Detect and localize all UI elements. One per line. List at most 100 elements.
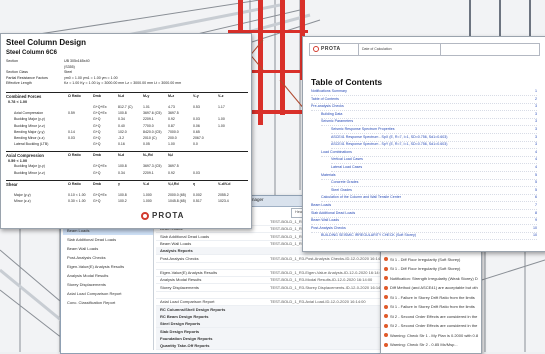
check-item-text: St 1 - Failure in Storey Drift Ratio fro…: [390, 304, 475, 309]
toc-entry-text: Materials: [321, 172, 336, 177]
section-cell: 1.000: [143, 199, 152, 203]
section-cell: G+Q: [93, 117, 101, 122]
section-cell: 1045.8 (65): [168, 199, 186, 203]
section-name: Combined Forces: [6, 94, 42, 99]
section-cell: Bending Minor (z-z): [14, 136, 45, 140]
check-item-text: Diff Method (and ASCE41) are acceptable …: [390, 285, 478, 290]
section-cell: 0.517: [193, 199, 202, 203]
section-cell: 0.16: [118, 142, 125, 147]
check-item[interactable]: St 1 - Diff Floor Irregularity (Soft Sto…: [384, 256, 478, 263]
section-col-head: Ω Ratio: [68, 181, 81, 186]
section-cell: 2209.1: [143, 117, 154, 122]
toc-entry-page: 3: [535, 111, 537, 116]
toc-entry-text: Slab Additional Dead Loads: [311, 210, 356, 215]
toc-entry-text: Notifications Summary: [311, 89, 347, 93]
section-cell: 1.17: [218, 105, 225, 109]
section-cell: 3697.3 (C5): [143, 164, 162, 169]
steel-report-title: Steel Column Design: [6, 38, 87, 47]
check-item[interactable]: St 1 - Failure in Storey Drift Ratio fro…: [384, 294, 478, 301]
check-item[interactable]: St 2 - Second Order Effects are consider…: [384, 322, 478, 329]
steel-report-sections: Combined Forces 0.78 < 1.00 Ω Ratio Dmb Nₑd M…: [6, 92, 248, 224]
report-row-path: TEST-BOLD_1_R3-Eigen-Value Analysis-ID-1…: [270, 270, 385, 276]
section-cell: 0.40: [118, 123, 125, 128]
warning-icon: [384, 285, 388, 290]
section-cell: 812.7 (C): [118, 105, 133, 109]
section-cell: 100.8: [118, 111, 127, 116]
meta-label: Section: [6, 59, 18, 63]
toc-entry-text: Calculation of the Column and Wall Tensi…: [321, 195, 401, 200]
check-item-text: St 2 - Second Order Effects are consider…: [390, 323, 478, 328]
section-cell: 3697.6 (C5): [143, 111, 162, 116]
report-list-item[interactable]: Storey Displacements: [63, 281, 153, 289]
toc-entry-page: 3: [535, 134, 537, 139]
report-list-item[interactable]: Eigen-Value(E) Analysis Results: [63, 263, 153, 271]
section-cell: -3.2: [118, 136, 125, 140]
toc-entry-page: 1: [535, 89, 537, 93]
toc-entry-page: 5: [535, 172, 537, 177]
toc-entry-text: Building Data: [321, 111, 343, 116]
report-list-item[interactable]: Slab Additional Dead Loads: [63, 236, 153, 244]
section-cell: 100.8: [118, 192, 127, 197]
steel-report-logo: PROTA: [141, 210, 201, 222]
report-list-item[interactable]: Analysis Modal Results: [63, 272, 153, 280]
section-cell: 0.30 < 1.00: [68, 199, 86, 203]
check-item[interactable]: St 1 - Failure in Storey Drift Ratio fro…: [384, 303, 478, 310]
meta-value: UB 305x165x40: [64, 59, 90, 63]
toc-entry-text: Lateral Load Cases: [331, 165, 363, 169]
check-item[interactable]: Warning: Check Str 2 - 0.85 Mx/Msp...: [384, 341, 478, 348]
section-cell: 0.03: [193, 170, 200, 175]
check-item-text: Warning: Check Str 1 - My Plan is 0.2000…: [390, 332, 478, 338]
section-cell: 7000.0: [168, 129, 179, 134]
section-cell: 3697.5: [168, 164, 179, 169]
toc-entry-page: 8: [535, 210, 537, 215]
report-row-path: TEST-BOLD_1_R3-Storey Displacements-ID-1…: [270, 284, 386, 290]
section-col-head: Nₑ,Rd: [143, 153, 153, 158]
toc-date-cell: Date of Calculation: [362, 47, 392, 51]
section-cell: Lateral Buckling (LTB): [14, 142, 49, 147]
report-list-item[interactable]: Post-Analysis Checks: [63, 254, 153, 262]
section-cell: 2055.2: [218, 192, 229, 197]
toc-entry[interactable]: BUILDING SEISMIC IRREGULARITY CHECK (Sof…: [321, 232, 537, 241]
section-col-head: Vₑy: [193, 94, 199, 98]
check-item[interactable]: Diff Method (and ASCE41) are acceptable …: [384, 284, 478, 291]
section-cell: 0.0: [193, 142, 198, 147]
report-list-left: Pre-analysis ChecksBeam LoadsSlab Additi…: [63, 218, 154, 350]
section-cell: 0.002: [193, 192, 202, 197]
check-item[interactable]: Notification: Strength Irregularity (Wea…: [384, 275, 478, 282]
section-col-head: Dmb: [93, 153, 101, 158]
section-cell: 1.00: [168, 142, 175, 147]
steel-report-subtitle: Steel Column 6C6: [6, 50, 58, 56]
toc-entry-page: 10: [533, 225, 537, 230]
section-cell: 2010 (C): [143, 136, 157, 140]
toc-entry-text: Load Combinations: [321, 149, 352, 154]
check-item[interactable]: St 2 - Second Order Effects are consider…: [384, 313, 478, 320]
meta-label: Partial Resistance Factors: [6, 75, 48, 80]
report-list-item[interactable]: Conc. Classification Report: [63, 299, 153, 307]
section-name: Shear: [6, 181, 18, 187]
section-cell: G+Q+Ex: [93, 164, 107, 169]
section-cell: 0.53: [193, 105, 200, 109]
report-list-item-label: Eigen-Value(E) Analysis Results: [67, 264, 125, 269]
toc-entry-page: 2: [535, 96, 537, 101]
report-list-item[interactable]: Beam Wall Loads: [63, 245, 153, 253]
toc-entry-page: 4: [535, 157, 537, 162]
check-item[interactable]: Warning: Check Str 1 - My Plan is 0.2000…: [384, 332, 478, 339]
section-cell: 0.05: [143, 142, 150, 147]
toc-entry-text: Seismic Response Spectrum Properties: [331, 127, 395, 131]
check-item[interactable]: St 1 - Diff Floor Irregularity (Soft Sto…: [384, 265, 478, 272]
report-row-path: TEST-BOLD_1_R3-Modal Results-ID-12-0-202…: [270, 277, 373, 283]
report-list-item-label: Analysis Modal Results: [67, 273, 109, 278]
toc-entry-page: 9: [535, 218, 537, 223]
section-cell: 2000.0 (65): [168, 192, 186, 197]
section-name: Axial Compression: [6, 153, 44, 159]
meta-row: Effective Length Kz = 1.00 Ky = 1.00 Ly =…: [6, 81, 246, 87]
warning-icon: [384, 266, 388, 271]
toc-entry-page: 3: [535, 119, 537, 124]
toc-entry-text: BUILDING SEISMIC IRREGULARITY CHECK (Sof…: [321, 233, 416, 238]
warning-icon: [384, 304, 388, 309]
section-cell: G+Q: [93, 123, 101, 128]
section-cell: 1.00: [218, 117, 225, 122]
toc-header-band: PROTA Date of Calculation: [309, 43, 540, 56]
section-cell: Minor (z-z): [14, 199, 31, 203]
report-list-item[interactable]: Axial Load Comparison Report: [63, 290, 153, 298]
